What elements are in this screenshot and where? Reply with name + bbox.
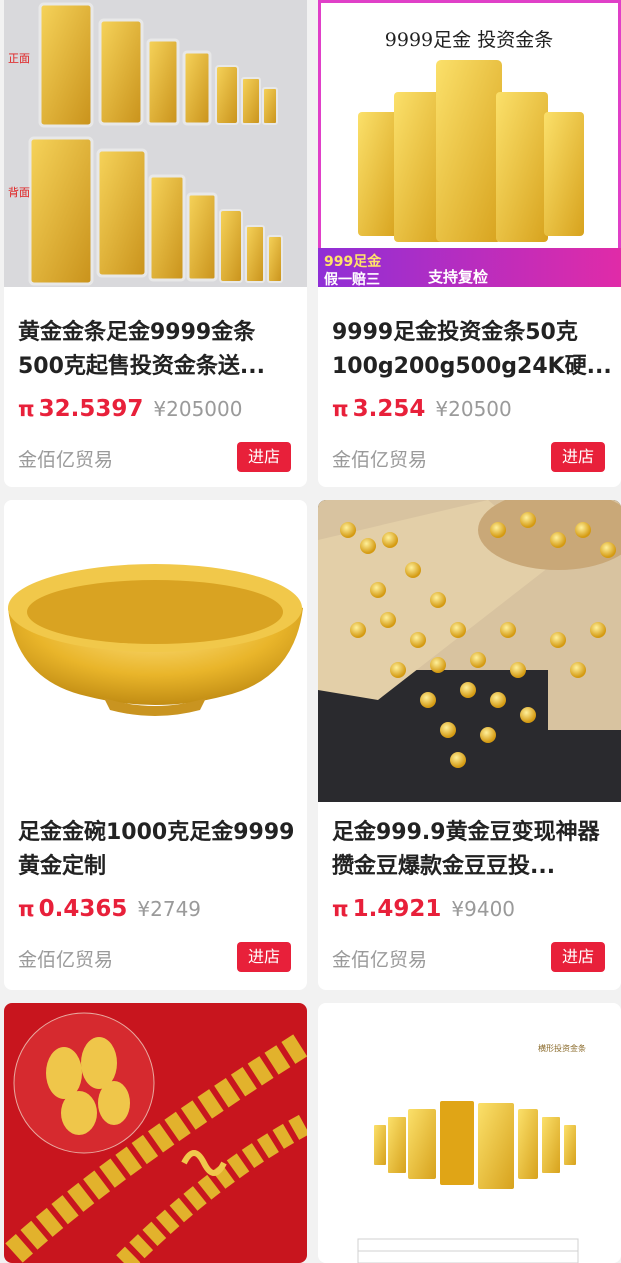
shop-name[interactable]: 金佰亿贸易 xyxy=(18,445,113,472)
original-price: ¥20500 xyxy=(435,397,512,421)
badge-top: 999足金 xyxy=(324,253,382,270)
image-caption: 横形投资金条 xyxy=(538,1043,586,1053)
pi-currency-icon: π xyxy=(332,897,349,921)
original-price: ¥2749 xyxy=(137,897,202,921)
shop-name[interactable]: 金佰亿贸易 xyxy=(18,945,113,972)
shop-name[interactable]: 金佰亿贸易 xyxy=(332,945,427,972)
product-card-gold-bowl[interactable]: 足金金碗1000克足金9999黄金定制 π 0.4365 ¥2749 金佰亿贸易 进… xyxy=(4,500,307,990)
pi-currency-icon: π xyxy=(332,397,349,421)
original-price: ¥205000 xyxy=(153,397,243,421)
shop-name[interactable]: 金佰亿贸易 xyxy=(332,445,427,472)
product-image[interactable] xyxy=(4,1003,307,1263)
product-price: 1.4921 xyxy=(352,896,442,922)
product-price: 3.254 xyxy=(352,396,426,422)
enter-shop-button[interactable]: 进店 xyxy=(551,442,605,472)
front-label: 正面 xyxy=(8,52,30,65)
original-price: ¥9400 xyxy=(451,897,516,921)
product-title[interactable]: 足金999.9黄金豆变现神器攒金豆爆款金豆豆投... xyxy=(332,816,612,884)
price-row: π 32.5397 ¥205000 xyxy=(18,396,242,422)
enter-shop-button[interactable]: 进店 xyxy=(551,942,605,972)
enter-shop-button[interactable]: 进店 xyxy=(237,942,291,972)
product-price: 0.4365 xyxy=(38,896,128,922)
product-card-gold-chain[interactable] xyxy=(4,1003,307,1263)
badge-bottom: 假一赔三 xyxy=(324,271,380,287)
image-header: 9999足金 投资金条 xyxy=(385,29,553,51)
price-row: π 1.4921 ¥9400 xyxy=(332,896,515,922)
support-text: 支持复检 xyxy=(427,268,488,286)
product-image[interactable] xyxy=(4,500,307,802)
product-image[interactable]: 正面 背面 xyxy=(4,0,307,287)
enter-shop-button[interactable]: 进店 xyxy=(237,442,291,472)
product-image[interactable] xyxy=(318,500,621,802)
product-card-horizontal-bars[interactable]: 横形投资金条 xyxy=(318,1003,621,1263)
product-title[interactable]: 黄金金条足金9999金条500克起售投资金条送... xyxy=(18,316,298,384)
pi-currency-icon: π xyxy=(18,397,35,421)
product-card-gold-beans[interactable]: 足金999.9黄金豆变现神器攒金豆爆款金豆豆投... π 1.4921 ¥9400 … xyxy=(318,500,621,990)
back-label: 背面 xyxy=(8,185,30,199)
product-title[interactable]: 9999足金投资金条50克100g200g500g24K硬... xyxy=(332,316,612,384)
product-grid: 正面 背面 黄金金条足金9999金条500克起售投资金条送... π 32.539… xyxy=(0,0,621,1263)
product-card-investment-bars[interactable]: 9999足金 投资金条 999足金 假一赔三 支持复检 9999足金投资金条50… xyxy=(318,0,621,487)
product-price: 32.5397 xyxy=(38,396,144,422)
product-image[interactable]: 横形投资金条 xyxy=(318,1003,621,1263)
price-row: π 3.254 ¥20500 xyxy=(332,396,512,422)
product-card-gold-bars[interactable]: 正面 背面 黄金金条足金9999金条500克起售投资金条送... π 32.539… xyxy=(4,0,307,487)
pi-currency-icon: π xyxy=(18,897,35,921)
product-title[interactable]: 足金金碗1000克足金9999黄金定制 xyxy=(18,816,298,884)
price-row: π 0.4365 ¥2749 xyxy=(18,896,201,922)
product-image[interactable]: 9999足金 投资金条 999足金 假一赔三 支持复检 xyxy=(318,0,621,287)
